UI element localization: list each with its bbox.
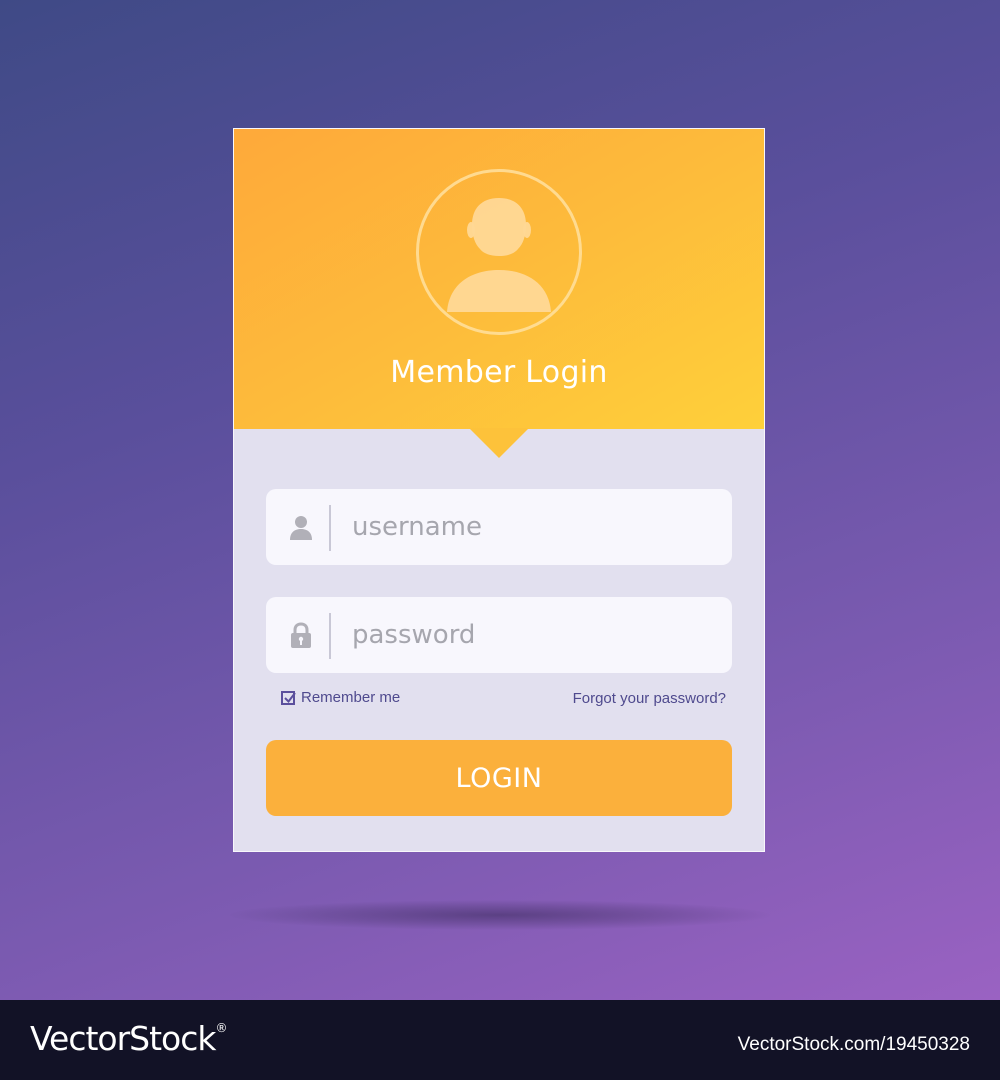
- username-field[interactable]: [266, 489, 732, 565]
- forgot-password-link[interactable]: Forgot your password?: [573, 690, 726, 707]
- watermark-logo-text: VectorStock: [30, 1019, 216, 1058]
- password-input[interactable]: [352, 615, 712, 655]
- username-input[interactable]: [352, 507, 712, 547]
- remember-checkbox[interactable]: [281, 690, 296, 705]
- login-button[interactable]: LOGIN: [266, 740, 732, 816]
- header-pointer: [469, 428, 529, 458]
- lock-icon: [288, 621, 314, 649]
- user-avatar-icon: [416, 169, 582, 335]
- watermark-bar: VectorStock® VectorStock.com/19450328: [0, 1000, 1000, 1080]
- remember-me-toggle[interactable]: Remember me: [281, 689, 400, 706]
- card-title: Member Login: [390, 355, 608, 390]
- check-icon: [284, 691, 296, 703]
- user-icon: [288, 513, 314, 541]
- field-divider: [329, 613, 331, 659]
- remember-label: Remember me: [301, 689, 401, 706]
- login-card: Member Login username Remember me Forgot…: [233, 128, 765, 852]
- watermark-logo-mark: ®: [215, 1021, 228, 1035]
- card-shadow: [230, 900, 770, 930]
- watermark-logo: VectorStock®: [30, 1019, 228, 1058]
- password-field[interactable]: [266, 597, 732, 673]
- page-background: Member Login username Remember me Forgot…: [0, 0, 1000, 1000]
- field-divider: [329, 505, 331, 551]
- card-header: Member Login: [234, 129, 764, 429]
- watermark-image-id: VectorStock.com/19450328: [737, 1034, 970, 1055]
